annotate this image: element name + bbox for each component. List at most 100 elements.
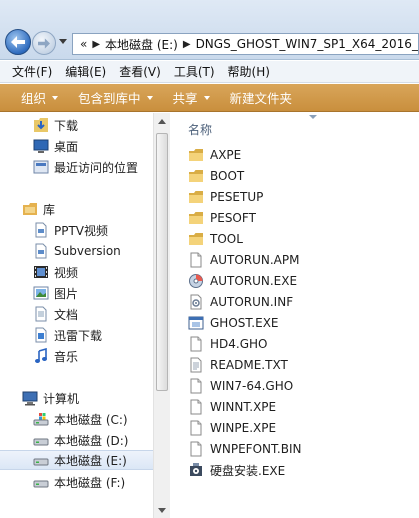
recent-places-icon bbox=[33, 160, 49, 174]
settings-file-icon bbox=[190, 294, 202, 310]
chevron-down-icon bbox=[146, 95, 153, 100]
arrow-right-icon bbox=[38, 38, 50, 49]
menu-file[interactable]: 文件(F) bbox=[12, 63, 52, 80]
autorun-exe-icon bbox=[189, 274, 203, 288]
folder-icon bbox=[189, 212, 203, 224]
file-row[interactable]: BOOT bbox=[188, 166, 408, 186]
download-folder-icon bbox=[34, 118, 48, 132]
scroll-down-icon[interactable] bbox=[158, 508, 166, 513]
nav-item-drive-e[interactable]: 本地磁盘 (E:) bbox=[0, 450, 153, 470]
file-name: HD4.GHO bbox=[210, 337, 268, 351]
navigation-scrollbar[interactable] bbox=[153, 113, 170, 518]
nav-item-pictures[interactable]: 图片 bbox=[0, 283, 153, 303]
nav-item-computer[interactable]: 计算机 bbox=[0, 388, 153, 408]
nav-item-downloads[interactable]: 下载 bbox=[0, 115, 153, 135]
file-name: WINPE.XPE bbox=[210, 421, 277, 435]
desktop-icon bbox=[33, 139, 49, 153]
sort-indicator-icon bbox=[309, 115, 317, 119]
file-icon bbox=[190, 399, 202, 415]
video-library-icon bbox=[34, 266, 48, 278]
forward-button[interactable] bbox=[32, 31, 56, 55]
file-name: README.TXT bbox=[210, 358, 288, 372]
breadcrumb-overflow[interactable]: « bbox=[80, 37, 87, 51]
breadcrumb-drive[interactable]: 本地磁盘 (E:) bbox=[105, 36, 178, 53]
file-icon bbox=[190, 420, 202, 436]
file-name: TOOL bbox=[210, 232, 243, 246]
drive-icon bbox=[33, 438, 49, 446]
drive-icon bbox=[33, 480, 49, 488]
menu-edit[interactable]: 编辑(E) bbox=[65, 63, 106, 80]
file-row[interactable]: WIN7-64.GHO bbox=[188, 376, 408, 396]
scroll-up-icon[interactable] bbox=[158, 119, 166, 124]
nav-item-drive-c[interactable]: 本地磁盘 (C:) bbox=[0, 409, 153, 429]
nav-item-subversion[interactable]: Subversion bbox=[0, 241, 153, 261]
file-row[interactable]: AUTORUN.INF bbox=[188, 292, 408, 312]
folder-icon bbox=[189, 233, 203, 245]
breadcrumb-folder[interactable]: DNGS_GHOST_WIN7_SP1_X64_2016_08 bbox=[196, 37, 418, 51]
column-header-name[interactable]: 名称 bbox=[188, 121, 212, 138]
chevron-down-icon bbox=[203, 95, 210, 100]
file-name: WIN7-64.GHO bbox=[210, 379, 294, 393]
menu-help[interactable]: 帮助(H) bbox=[228, 63, 270, 80]
breadcrumb-separator-icon[interactable]: ▶ bbox=[92, 39, 100, 50]
nav-item-music[interactable]: 音乐 bbox=[0, 346, 153, 366]
nav-item-label: 视频 bbox=[54, 265, 79, 280]
breadcrumb-separator-icon[interactable]: ▶ bbox=[183, 39, 191, 50]
file-icon bbox=[190, 378, 202, 394]
nav-item-pptv[interactable]: PPTV视频 bbox=[0, 220, 153, 240]
file-row[interactable]: TOOL bbox=[188, 229, 408, 249]
folder-icon bbox=[189, 170, 203, 182]
file-icon bbox=[190, 441, 202, 457]
file-row[interactable]: AXPE bbox=[188, 145, 408, 165]
share-button[interactable]: 共享 bbox=[173, 88, 210, 107]
music-library-icon bbox=[35, 348, 47, 363]
arrow-left-icon bbox=[11, 36, 25, 48]
nav-item-drive-d[interactable]: 本地磁盘 (D:) bbox=[0, 430, 153, 450]
file-name: AUTORUN.APM bbox=[210, 253, 300, 267]
file-row[interactable]: 硬盘安装.EXE bbox=[188, 460, 408, 480]
recent-pages-dropdown[interactable] bbox=[59, 39, 67, 44]
file-name: BOOT bbox=[210, 169, 245, 183]
navigation-pane: 下载 桌面 最近访问的位置 库 PPTV视频 Subversion 视频 图片 … bbox=[0, 113, 153, 518]
nav-item-documents[interactable]: 文档 bbox=[0, 304, 153, 324]
nav-item-libraries[interactable]: 库 bbox=[0, 199, 153, 219]
documents-library-icon bbox=[35, 306, 47, 322]
nav-item-thunder-downloads[interactable]: 迅雷下载 bbox=[0, 325, 153, 345]
nav-item-label: 库 bbox=[43, 202, 56, 217]
scrollbar-thumb[interactable] bbox=[156, 133, 168, 391]
file-row[interactable]: WINNT.XPE bbox=[188, 397, 408, 417]
windows-drive-icon bbox=[33, 413, 49, 426]
nav-item-desktop[interactable]: 桌面 bbox=[0, 136, 153, 156]
file-row[interactable]: README.TXT bbox=[188, 355, 408, 375]
file-name: AXPE bbox=[210, 148, 242, 162]
nav-item-label: 本地磁盘 (E:) bbox=[54, 453, 127, 468]
address-bar-area: « ▶ 本地磁盘 (E:) ▶ DNGS_GHOST_WIN7_SP1_X64_… bbox=[0, 0, 419, 60]
installer-icon bbox=[190, 463, 202, 476]
include-library-button[interactable]: 包含到库中 bbox=[78, 88, 153, 107]
menu-tools[interactable]: 工具(T) bbox=[174, 63, 215, 80]
file-icon bbox=[190, 336, 202, 352]
address-input[interactable]: « ▶ 本地磁盘 (E:) ▶ DNGS_GHOST_WIN7_SP1_X64_… bbox=[72, 33, 419, 55]
nav-item-recent-places[interactable]: 最近访问的位置 bbox=[0, 157, 153, 177]
file-row[interactable]: PESOFT bbox=[188, 208, 408, 228]
back-button[interactable] bbox=[5, 29, 31, 55]
menu-view[interactable]: 查看(V) bbox=[119, 63, 161, 80]
file-name: GHOST.EXE bbox=[210, 316, 279, 330]
include-library-label: 包含到库中 bbox=[78, 91, 141, 106]
nav-item-label: 桌面 bbox=[54, 139, 79, 154]
nav-item-label: 计算机 bbox=[43, 391, 80, 406]
nav-item-drive-f[interactable]: 本地磁盘 (F:) bbox=[0, 472, 153, 492]
file-row[interactable]: WNPEFONT.BIN bbox=[188, 439, 408, 459]
new-folder-button[interactable]: 新建文件夹 bbox=[230, 88, 293, 107]
file-row[interactable]: GHOST.EXE bbox=[188, 313, 408, 333]
nav-item-videos[interactable]: 视频 bbox=[0, 262, 153, 282]
file-row[interactable]: PESETUP bbox=[188, 187, 408, 207]
file-row[interactable]: AUTORUN.APM bbox=[188, 250, 408, 270]
document-icon bbox=[35, 222, 47, 238]
organize-button[interactable]: 组织 bbox=[21, 88, 59, 107]
file-row[interactable]: AUTORUN.EXE bbox=[188, 271, 408, 291]
nav-item-label: 音乐 bbox=[54, 349, 79, 364]
file-row[interactable]: HD4.GHO bbox=[188, 334, 408, 354]
file-row[interactable]: WINPE.XPE bbox=[188, 418, 408, 438]
file-name: AUTORUN.INF bbox=[210, 295, 294, 309]
